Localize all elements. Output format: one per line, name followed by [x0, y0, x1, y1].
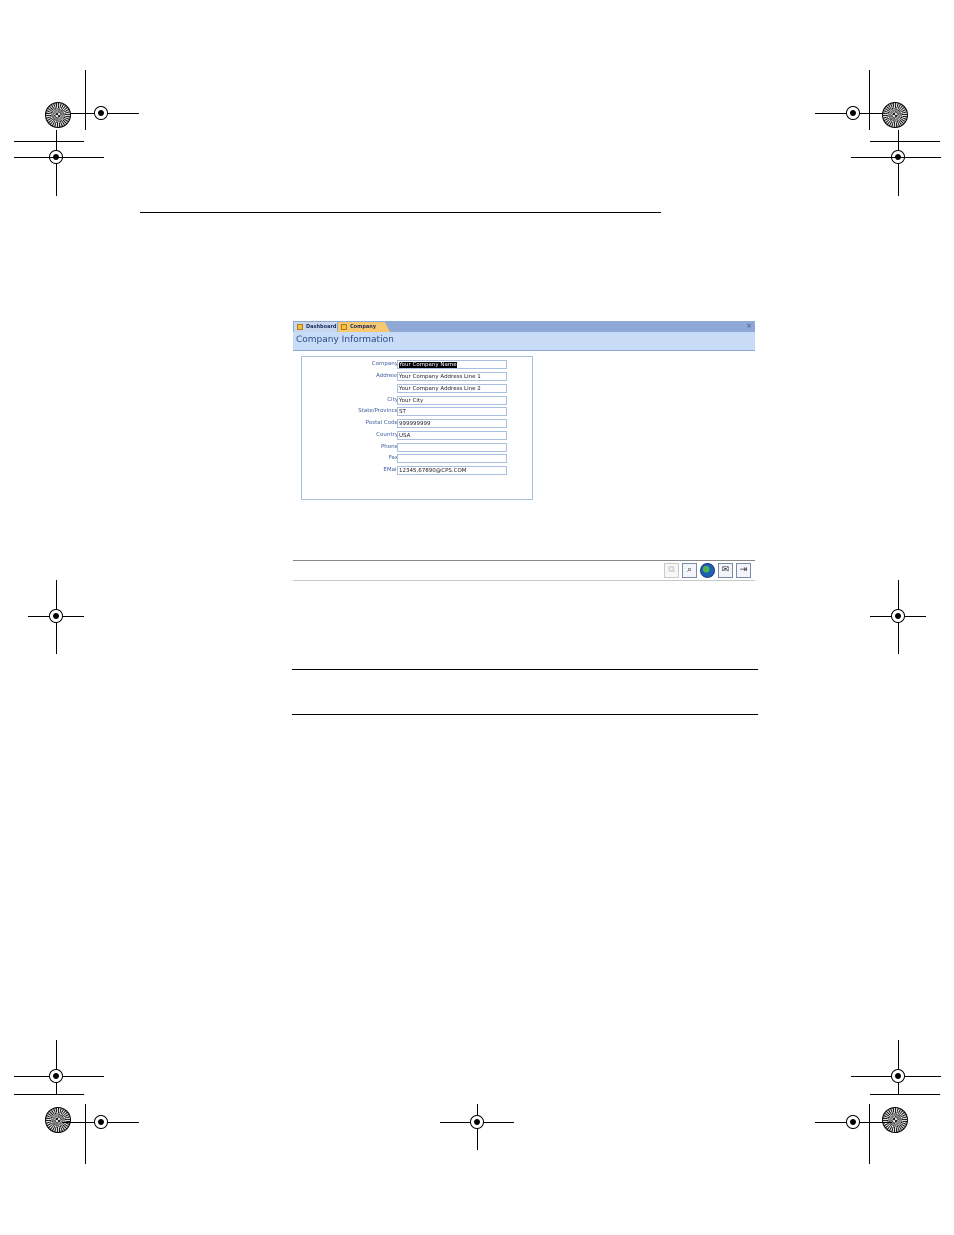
- tab-company-setup[interactable]: Company Setup: [338, 322, 390, 332]
- address-line1-input[interactable]: Your Company Address Line 1: [397, 372, 507, 381]
- search-button[interactable]: ⌕: [682, 563, 697, 578]
- postal-code-input[interactable]: 999999999: [397, 419, 507, 428]
- field-email: EMail 12345,67890@CPS.COM: [302, 466, 534, 476]
- state-input[interactable]: ST: [397, 407, 507, 416]
- field-address-2: Your Company Address Line 2: [302, 384, 534, 394]
- field-fax: Fax: [302, 454, 534, 464]
- company-setup-window: Dashboard Company Setup × Company Inform…: [293, 321, 755, 581]
- exit-button[interactable]: ⇥: [736, 563, 751, 578]
- company-form: Company Your Company Name Address Your C…: [301, 356, 533, 500]
- field-city: City Your City: [302, 396, 534, 406]
- tab-dashboard[interactable]: Dashboard: [294, 322, 337, 332]
- city-input[interactable]: Your City: [397, 396, 507, 405]
- field-company: Company Your Company Name: [302, 360, 534, 370]
- field-address: Address Your Company Address Line 1: [302, 372, 534, 382]
- country-input[interactable]: USA: [397, 431, 507, 440]
- email-input[interactable]: 12345,67890@CPS.COM: [397, 466, 507, 475]
- form-icon: [341, 324, 347, 330]
- exit-icon: ⇥: [739, 565, 748, 575]
- email-button[interactable]: ✉: [718, 563, 733, 578]
- toolbar-divider: [293, 560, 755, 561]
- email-icon: ✉: [721, 565, 730, 575]
- phone-input[interactable]: [397, 443, 507, 452]
- field-postal-code: Postal Code 999999999: [302, 419, 534, 429]
- company-input[interactable]: Your Company Name: [397, 360, 507, 369]
- tab-label: Dashboard: [306, 324, 337, 330]
- copy-icon: ⧉: [668, 565, 675, 575]
- form-icon: [297, 324, 303, 330]
- close-icon[interactable]: ×: [746, 321, 752, 332]
- search-icon: ⌕: [686, 565, 693, 575]
- fax-input[interactable]: [397, 454, 507, 463]
- page-title: Company Information: [296, 335, 394, 345]
- field-country: Country USA: [302, 431, 534, 441]
- header-rule: [140, 212, 661, 213]
- caption-rule-bottom: [292, 714, 758, 715]
- tab-bar: Dashboard Company Setup ×: [293, 321, 755, 332]
- form-header: Company Information: [293, 332, 755, 351]
- field-state: State/Province ST: [302, 407, 534, 417]
- copy-button[interactable]: ⧉: [664, 563, 679, 578]
- caption-rule-top: [292, 669, 758, 670]
- address-line2-input[interactable]: Your Company Address Line 2: [397, 384, 507, 393]
- globe-button[interactable]: [700, 563, 715, 578]
- field-phone: Phone: [302, 443, 534, 453]
- toolbar-divider-bottom: [293, 580, 755, 581]
